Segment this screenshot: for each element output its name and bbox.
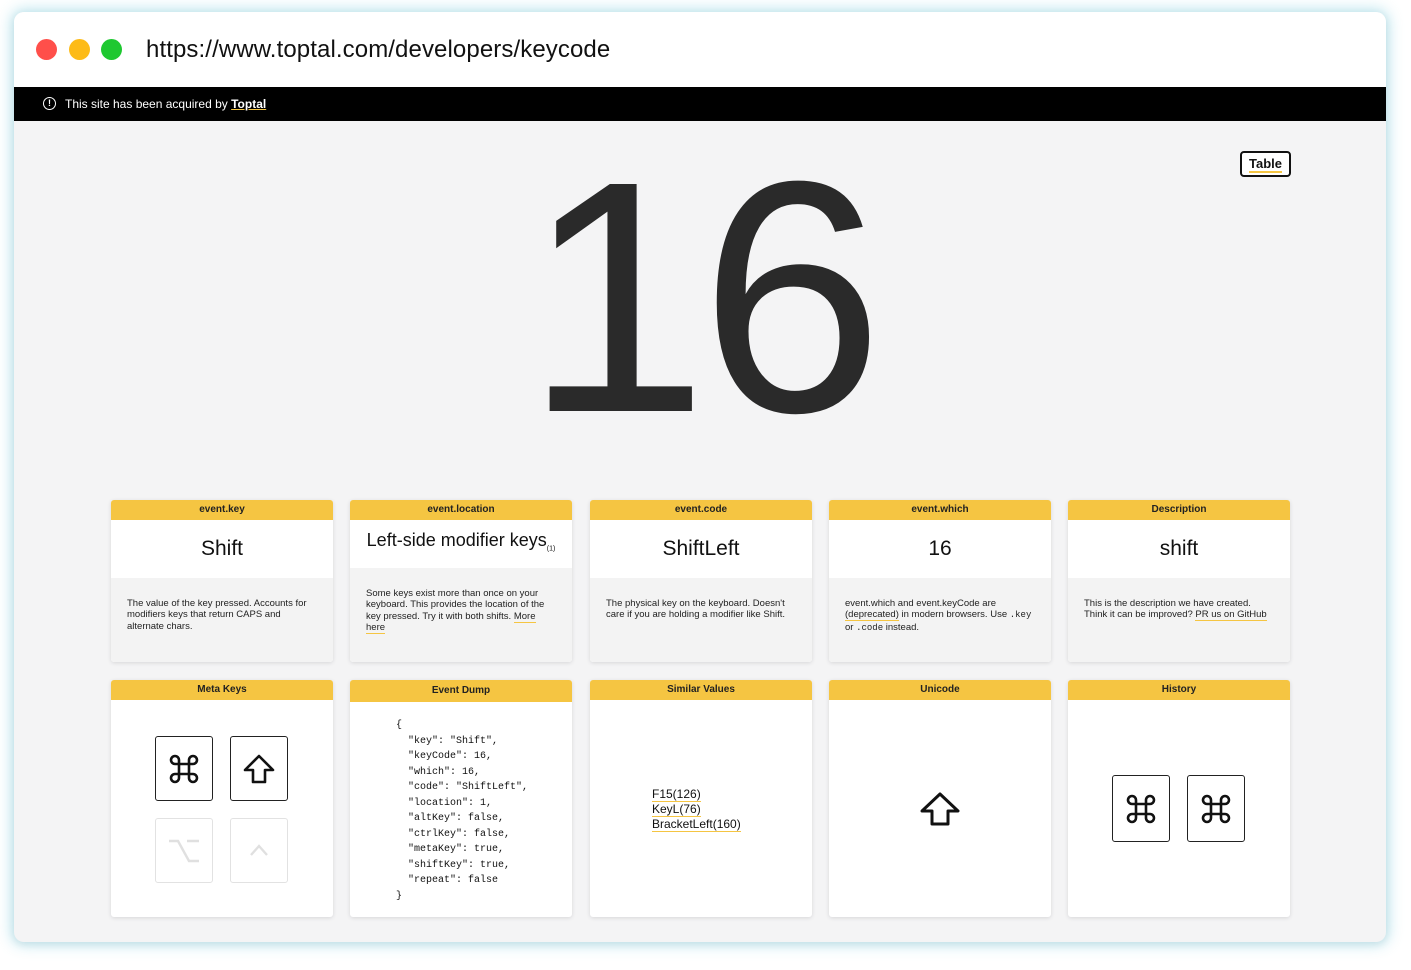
desc-text: in modern browsers. Use [898,609,1010,621]
browser-titlebar: https://www.toptal.com/developers/keycod… [14,12,1386,87]
dump-line: "shiftKey": true, [396,859,511,871]
card-event-key: event.key Shift The value of the key pre… [111,500,333,662]
card-header: event.code [590,500,812,520]
shift-arrow-icon [243,754,275,783]
banner-text: This site has been acquired by [65,97,232,111]
key-code-display: 16 [524,112,883,481]
meta-key-control [230,818,288,883]
dump-line: "repeat": false [396,875,499,886]
dump-line: "ctrlKey": false, [396,828,511,840]
card-description: Some keys exist more than once on your k… [350,568,572,662]
maximize-window-button[interactable] [101,39,122,60]
control-caret-icon [250,843,268,856]
card-description: The value of the key pressed. Accounts f… [111,578,333,662]
card-value: Left-side modifier keys(1) [350,520,572,568]
similar-value-item[interactable]: F15(126) [652,787,741,802]
card-header: event.which [829,500,1051,520]
dump-line: "code": "ShiftLeft", [396,782,529,793]
similar-values-list: F15(126) KeyL(76) BracketLeft(160) [652,787,741,832]
card-history: History [1068,680,1290,917]
card-description: event.which and event.keyCode are (depre… [829,578,1051,662]
deprecated-link[interactable]: (deprecated) [845,609,899,622]
info-icon: ! [43,97,56,110]
card-meta-keys: Meta Keys [111,680,333,917]
dump-line: "location": 1, [396,797,493,809]
card-header: Event Dump [350,680,572,702]
card-event-dump: Event Dump { "key": "Shift", "keyCode": … [350,680,572,917]
dump-line: { [396,720,403,731]
card-unicode: Unicode [829,680,1051,917]
minimize-window-button[interactable] [69,39,90,60]
card-header: History [1068,680,1290,700]
option-icon [169,839,199,862]
similar-value-link[interactable]: KeyL(76) [652,802,701,817]
dump-line: } [396,890,403,902]
card-value-text: Left-side modifier keys [366,530,547,550]
command-icon [1201,794,1231,823]
card-description: Description shift This is the descriptio… [1068,500,1290,662]
history-key [1112,775,1170,842]
card-event-which: event.which 16 event.which and event.key… [829,500,1051,662]
meta-key-shift [230,736,288,801]
card-event-code: event.code ShiftLeft The physical key on… [590,500,812,662]
similar-value-item[interactable]: BracketLeft(160) [652,817,741,832]
card-similar-values: Similar Values F15(126) KeyL(76) Bracket… [590,680,812,917]
card-value: 16 [928,537,952,560]
banner-message: This site has been acquired by Toptal [65,97,266,111]
browser-window: https://www.toptal.com/developers/keycod… [14,12,1386,942]
card-value: shift [1159,537,1199,560]
code-code: .code [856,622,884,633]
card-header: Meta Keys [111,680,333,700]
card-value: Shift [200,537,244,560]
card-header: Description [1068,500,1290,520]
similar-value-link[interactable]: BracketLeft(160) [652,817,741,832]
dump-line: "which": 16, [396,766,481,778]
dump-line: "altKey": false, [396,813,505,824]
desc-text: event.which and event.keyCode are [845,598,997,609]
card-description-text: This is the description we have created.… [1068,578,1290,662]
dump-line: "keyCode": 16, [396,751,493,762]
card-header: Unicode [829,680,1051,700]
card-event-location: event.location Left-side modifier keys(1… [350,500,572,662]
desc-text: or [845,621,857,633]
code-key: .key [1009,610,1032,621]
toptal-link[interactable]: Toptal [231,97,266,111]
command-icon [1126,794,1156,823]
card-header: event.key [111,500,333,520]
card-header: event.location [350,500,572,520]
meta-key-option [155,818,213,883]
address-bar[interactable]: https://www.toptal.com/developers/keycod… [146,36,610,64]
event-dump-json: { "key": "Shift", "keyCode": 16, "which"… [396,718,528,904]
close-window-button[interactable] [36,39,57,60]
dump-line: "key": "Shift", [396,735,499,747]
dump-line: "metaKey": true, [396,844,505,855]
history-key [1187,775,1245,842]
github-link[interactable]: PR us on GitHub [1195,609,1267,622]
desc-text: instead. [883,621,920,633]
card-description: The physical key on the keyboard. Doesn'… [590,578,812,662]
shift-arrow-icon [920,792,960,826]
command-icon [169,754,199,783]
card-header: Similar Values [590,680,812,700]
footnote: (1) [546,545,556,553]
meta-key-command [155,736,213,801]
similar-value-item[interactable]: KeyL(76) [652,802,741,817]
card-value: ShiftLeft [662,537,740,560]
similar-value-link[interactable]: F15(126) [652,787,701,802]
